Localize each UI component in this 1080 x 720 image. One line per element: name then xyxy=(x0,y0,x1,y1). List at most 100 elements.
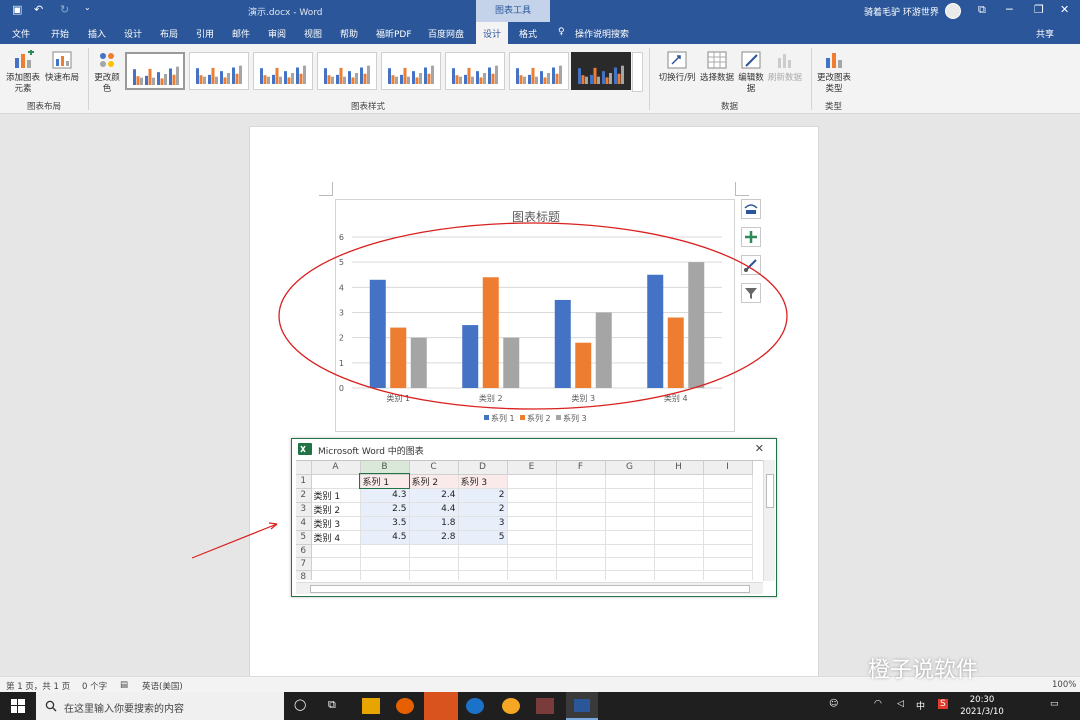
table-cell[interactable]: 2 xyxy=(458,502,508,517)
table-cell[interactable]: 3 xyxy=(458,516,508,531)
row-header[interactable]: 6 xyxy=(296,544,312,558)
column-header[interactable]: C xyxy=(409,461,459,475)
add-chart-element-button[interactable]: 添加图表元素 xyxy=(4,50,42,95)
task-view-icon[interactable]: ⧉ xyxy=(328,698,336,712)
chart-area[interactable]: 图表标题 0 1 2 3 4 5 6 类别 1 类别 2 类别 3 类别 4 系列 1 系列 2 系列 3 xyxy=(335,199,735,432)
table-cell[interactable] xyxy=(605,570,655,580)
column-header[interactable]: I xyxy=(703,461,753,475)
table-cell[interactable] xyxy=(605,544,655,558)
table-cell[interactable]: 2.4 xyxy=(409,488,459,503)
table-cell[interactable] xyxy=(654,488,704,503)
sogou-ime-icon[interactable]: S xyxy=(938,699,948,709)
table-cell[interactable]: 2.5 xyxy=(360,502,410,517)
ime-indicator[interactable]: 中 xyxy=(916,699,925,712)
table-cell[interactable]: 系列 3 xyxy=(458,474,508,489)
column-header[interactable]: G xyxy=(605,461,655,475)
table-cell[interactable] xyxy=(556,544,606,558)
table-cell[interactable] xyxy=(311,474,361,489)
firefox-icon[interactable] xyxy=(396,698,414,714)
zoom-level[interactable]: 100% xyxy=(1052,680,1076,690)
row-header[interactable]: 8 xyxy=(296,570,312,580)
table-cell[interactable]: 2.8 xyxy=(409,530,459,545)
app-icon[interactable] xyxy=(536,698,554,714)
table-cell[interactable] xyxy=(507,570,557,580)
chart-styles-button[interactable] xyxy=(741,255,761,275)
table-cell[interactable]: 类别 2 xyxy=(311,502,361,517)
quick-layout-button[interactable]: 快速布局 xyxy=(44,50,80,84)
table-cell[interactable]: 类别 1 xyxy=(311,488,361,503)
horizontal-scrollbar[interactable] xyxy=(296,582,763,594)
table-cell[interactable]: 类别 4 xyxy=(311,530,361,545)
redo-icon[interactable]: ↻ xyxy=(60,3,69,16)
edit-data-button[interactable]: 编辑数据 xyxy=(737,50,765,95)
table-cell[interactable] xyxy=(409,557,459,571)
share-app-icon[interactable] xyxy=(424,692,458,720)
table-cell[interactable] xyxy=(311,544,361,558)
select-data-button[interactable]: 选择数据 xyxy=(699,50,735,84)
tab-foxit-pdf[interactable]: 福昕PDF xyxy=(376,27,412,40)
chart-style-4[interactable] xyxy=(317,52,377,90)
table-cell[interactable] xyxy=(605,474,655,489)
scroll-thumb[interactable] xyxy=(310,585,750,593)
table-cell[interactable] xyxy=(703,570,753,580)
table-cell[interactable] xyxy=(654,474,704,489)
table-cell[interactable] xyxy=(507,502,557,517)
table-cell[interactable] xyxy=(311,570,361,580)
table-cell[interactable] xyxy=(605,557,655,571)
table-cell[interactable]: 1.8 xyxy=(409,516,459,531)
taskbar-search[interactable]: 在这里输入你要搜索的内容 xyxy=(36,692,284,720)
share-button[interactable]: 共享 xyxy=(1036,27,1054,40)
tab-home[interactable]: 开始 xyxy=(51,27,69,40)
tab-insert[interactable]: 插入 xyxy=(88,27,106,40)
table-cell[interactable] xyxy=(556,516,606,531)
save-icon[interactable]: ▣ xyxy=(12,3,22,16)
table-cell[interactable] xyxy=(556,488,606,503)
tab-review[interactable]: 审阅 xyxy=(268,27,286,40)
file-explorer-icon[interactable] xyxy=(362,698,380,714)
table-cell[interactable] xyxy=(360,570,410,580)
table-cell[interactable] xyxy=(703,530,753,545)
chart-style-5[interactable] xyxy=(381,52,441,90)
column-header[interactable]: F xyxy=(556,461,606,475)
tab-mailings[interactable]: 邮件 xyxy=(232,27,250,40)
tab-design[interactable]: 设计 xyxy=(124,27,142,40)
tab-references[interactable]: 引用 xyxy=(196,27,214,40)
change-chart-type-button[interactable]: 更改图表类型 xyxy=(815,50,853,95)
table-cell[interactable] xyxy=(409,544,459,558)
select-all-corner[interactable] xyxy=(296,461,312,475)
row-header[interactable]: 4 xyxy=(296,516,312,531)
table-cell[interactable]: 5 xyxy=(458,530,508,545)
table-cell[interactable] xyxy=(458,570,508,580)
column-header[interactable]: H xyxy=(654,461,704,475)
table-cell[interactable] xyxy=(605,516,655,531)
column-header[interactable]: D xyxy=(458,461,508,475)
row-header[interactable]: 7 xyxy=(296,557,312,571)
table-cell[interactable] xyxy=(507,530,557,545)
table-cell[interactable] xyxy=(605,502,655,517)
table-cell[interactable] xyxy=(654,502,704,517)
table-cell[interactable] xyxy=(507,516,557,531)
table-cell[interactable] xyxy=(507,557,557,571)
table-cell[interactable]: 4.4 xyxy=(409,502,459,517)
volume-icon[interactable]: ◁ xyxy=(897,699,904,709)
restore-icon[interactable]: ❐ xyxy=(1034,3,1044,16)
proofing-icon[interactable]: ▤ xyxy=(120,680,128,690)
windows-start-icon[interactable] xyxy=(11,699,25,713)
people-icon[interactable]: ☺ xyxy=(829,699,838,709)
table-cell[interactable]: 4.5 xyxy=(360,530,410,545)
table-cell[interactable] xyxy=(703,488,753,503)
table-cell[interactable] xyxy=(703,544,753,558)
minimize-icon[interactable]: ─ xyxy=(1006,3,1013,16)
ribbon-display-icon[interactable]: ⧉ xyxy=(978,3,986,17)
table-cell[interactable] xyxy=(458,544,508,558)
tab-layout[interactable]: 布局 xyxy=(160,27,178,40)
table-cell[interactable] xyxy=(556,557,606,571)
chart-data-window[interactable]: Microsoft Word 中的图表 ✕ A B C D E F G H I 1 系列 1 系列 2… xyxy=(291,438,777,597)
close-icon[interactable]: ✕ xyxy=(1060,3,1069,16)
tab-file[interactable]: 文件 xyxy=(12,27,30,40)
tab-help[interactable]: 帮助 xyxy=(340,27,358,40)
app-icon[interactable] xyxy=(502,698,520,714)
tab-baidu-netdisk[interactable]: 百度网盘 xyxy=(428,27,464,40)
column-header[interactable]: E xyxy=(507,461,557,475)
table-cell[interactable] xyxy=(556,502,606,517)
